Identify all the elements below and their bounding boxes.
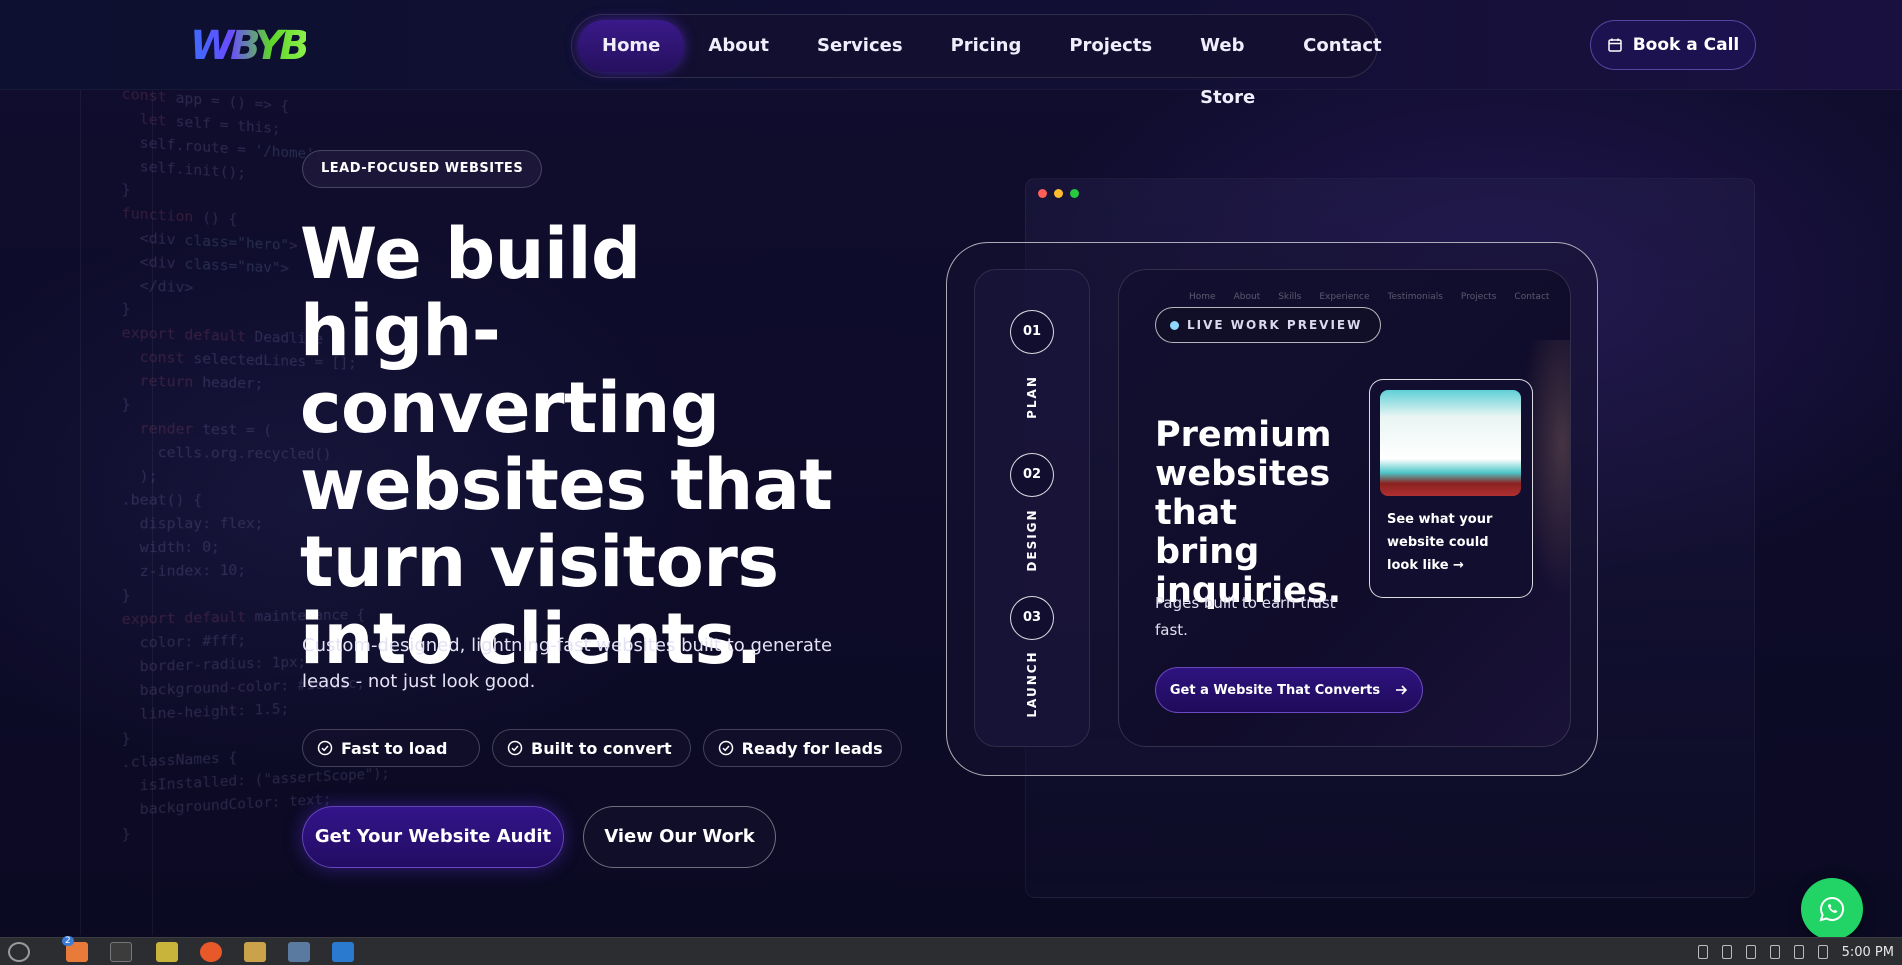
check-circle-icon: [507, 740, 523, 756]
os-taskbar: 2 5:00 PM: [0, 936, 1902, 965]
website-audit-button[interactable]: Get Your Website Audit: [302, 806, 564, 868]
get-website-button[interactable]: Get a Website That Converts: [1155, 667, 1423, 713]
feature-chip-label: Fast to load: [341, 738, 448, 758]
feature-chip: Ready for leads: [702, 729, 902, 767]
live-dot-icon: [1170, 320, 1179, 330]
preview-mini-nav: Home About Skills Experience Testimonial…: [1189, 292, 1549, 302]
brand-logo[interactable]: WBYB: [190, 24, 310, 68]
view-our-work-button[interactable]: View Our Work: [583, 806, 776, 868]
check-circle-icon: [317, 740, 333, 756]
preview-title: Premium websites that bring inquiries.: [1155, 415, 1342, 611]
background-line: [152, 90, 153, 935]
step-label-design: DESIGN: [1025, 508, 1039, 572]
main-nav: Home About Services Pricing Projects Web…: [571, 14, 1382, 108]
mini-nav-item: About: [1233, 292, 1261, 302]
feature-chip-label: Ready for leads: [741, 738, 883, 758]
book-a-call-button[interactable]: Book a Call: [1590, 20, 1756, 70]
check-circle-icon: [718, 740, 733, 756]
calendar-icon: [1607, 38, 1622, 52]
nav-item-projects[interactable]: Projects: [1045, 20, 1176, 72]
mini-nav-item: Experience: [1319, 292, 1370, 302]
hero-headline: We build high-converting websites that t…: [300, 213, 833, 680]
whatsapp-button[interactable]: [1801, 878, 1863, 940]
website-thumbnail-image: [1380, 390, 1521, 496]
terminal-icon[interactable]: [110, 942, 132, 962]
thumbnail-caption: See what your website could look like →: [1387, 512, 1493, 573]
step-number: 03: [1010, 596, 1054, 640]
battery-icon[interactable]: [1817, 945, 1828, 959]
step-number: 01: [1010, 310, 1054, 354]
clipboard-icon[interactable]: [1721, 945, 1732, 959]
preview-subtitle: Pages built to earn trust fast.: [1155, 594, 1336, 639]
website-thumbnail-card[interactable]: See what your website could look like →: [1369, 379, 1533, 598]
nav-item-contact[interactable]: Contact: [1279, 20, 1405, 72]
clock[interactable]: 5:00 PM: [1842, 945, 1894, 960]
step-number: 02: [1010, 453, 1054, 497]
nav-item-web-store[interactable]: Web Store: [1176, 20, 1279, 108]
shield-icon[interactable]: [1745, 945, 1756, 959]
firefox-icon[interactable]: [200, 942, 222, 962]
vscode-icon[interactable]: [332, 942, 354, 962]
screenshot-icon[interactable]: [288, 942, 310, 962]
site-header: WBYB Home About Services Pricing Project…: [0, 0, 1902, 108]
arrow-right-icon: [1396, 685, 1408, 695]
feature-chip: Fast to load: [302, 729, 480, 767]
step-label-plan: PLAN: [1025, 375, 1039, 419]
process-steps: 01 PLAN 02 DESIGN 03 LAUNCH: [974, 269, 1090, 747]
feature-chips: Fast to load Built to convert Ready for …: [302, 729, 902, 767]
mini-nav-item: Home: [1189, 292, 1216, 302]
hero-tag: LEAD-FOCUSED WEBSITES: [302, 150, 543, 188]
live-preview-panel: Home About Skills Experience Testimonial…: [1118, 269, 1571, 747]
nav-item-about[interactable]: About: [684, 20, 793, 72]
mini-nav-item: Projects: [1460, 292, 1497, 302]
wifi-icon[interactable]: [1793, 945, 1804, 959]
hero-subtext: Custom-designed, lightning-fast websites…: [302, 635, 833, 692]
feature-chip-label: Built to convert: [531, 738, 672, 758]
feature-chip: Built to convert: [492, 729, 691, 767]
system-tray: 5:00 PM: [1697, 938, 1902, 965]
book-a-call-label: Book a Call: [1632, 35, 1740, 55]
step-label-launch: LAUNCH: [1025, 650, 1039, 718]
start-menu-icon[interactable]: [8, 942, 30, 962]
notes-icon[interactable]: [156, 942, 178, 962]
bluetooth-icon[interactable]: [1697, 945, 1708, 959]
background-line: [80, 90, 81, 935]
get-website-label: Get a Website That Converts: [1169, 682, 1381, 698]
nav-item-services[interactable]: Services: [793, 20, 927, 72]
live-preview-badge: LIVE WORK PREVIEW: [1155, 307, 1382, 343]
nav-item-home[interactable]: Home: [578, 20, 685, 72]
nav-item-pricing[interactable]: Pricing: [927, 20, 1046, 72]
volume-icon[interactable]: [1769, 945, 1780, 959]
mini-nav-item: Skills: [1278, 292, 1302, 302]
live-preview-label: LIVE WORK PREVIEW: [1187, 318, 1363, 332]
mini-nav-item: Contact: [1514, 292, 1550, 302]
mini-nav-item: Testimonials: [1387, 292, 1443, 302]
folder-icon[interactable]: [244, 942, 266, 962]
notification-badge: 2: [62, 936, 74, 946]
whatsapp-icon: [1819, 896, 1844, 922]
